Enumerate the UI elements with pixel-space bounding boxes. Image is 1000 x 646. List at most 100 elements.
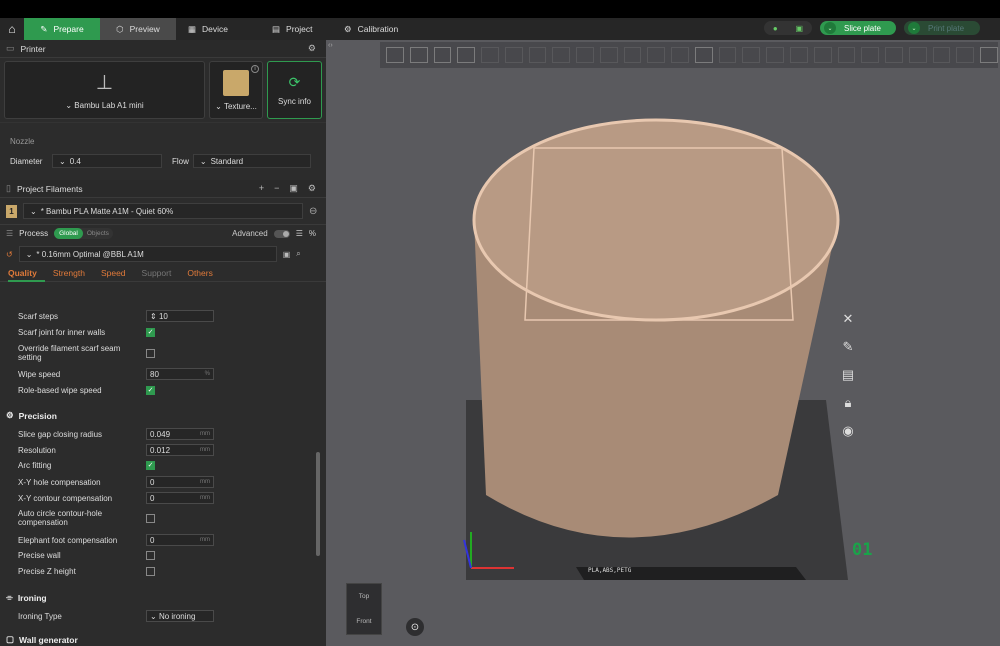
precise-wall-row: Precise wall bbox=[18, 551, 308, 560]
tab-preview[interactable]: ⬡ Preview bbox=[100, 18, 176, 40]
tab-prepare[interactable]: ✎ Prepare bbox=[24, 18, 100, 40]
view-cube[interactable]: Top Front bbox=[346, 583, 382, 635]
arc-fitting-checkbox[interactable]: ✓ bbox=[146, 461, 155, 470]
chevron-down-icon: ⌄ bbox=[199, 156, 207, 166]
sync-info-button[interactable]: ⟳ Sync info bbox=[267, 61, 322, 119]
advanced-toggle[interactable] bbox=[273, 229, 290, 238]
slice-gap-input[interactable]: 0.049 mm bbox=[146, 428, 214, 440]
close-icon[interactable]: ✕ bbox=[834, 308, 862, 330]
wipe-speed-input[interactable]: 80% bbox=[146, 368, 214, 380]
layout-icon[interactable]: ▤ bbox=[834, 364, 862, 386]
view-top-face[interactable]: Top bbox=[359, 593, 369, 600]
object-side-toolbar: ✕ ✎ ▤ 🔒︎ ◉ bbox=[834, 308, 862, 442]
xy-contour-value: 0 bbox=[150, 493, 155, 503]
unit-mm: mm bbox=[200, 537, 210, 543]
role-wipe-checkbox[interactable]: ✓ bbox=[146, 386, 155, 395]
printer-name: Bambu Lab A1 mini bbox=[74, 101, 144, 110]
filament-index-badge[interactable]: 1 bbox=[6, 204, 17, 218]
precision-icon: ⚙ bbox=[6, 410, 14, 420]
xy-hole-value: 0 bbox=[150, 477, 155, 487]
tab-quality[interactable]: Quality bbox=[8, 266, 45, 282]
circle-icon: ● bbox=[772, 23, 778, 33]
tab-speed[interactable]: Speed bbox=[101, 266, 134, 282]
role-wipe-row: Role-based wipe speed ✓ bbox=[18, 386, 308, 395]
print-plate-button[interactable]: ⌄ Print plate bbox=[904, 21, 980, 35]
tab-others[interactable]: Others bbox=[187, 266, 221, 282]
list-icon[interactable]: ☰ bbox=[296, 229, 303, 238]
chevron-down-icon: ⌄ bbox=[25, 249, 33, 259]
tab-calibration[interactable]: ⚙ Calibration bbox=[332, 18, 426, 40]
elephant-foot-value: 0 bbox=[150, 535, 155, 545]
view-front-face[interactable]: Front bbox=[356, 618, 371, 625]
xy-hole-input[interactable]: 0 mm bbox=[146, 476, 214, 488]
xy-contour-input[interactable]: 0 mm bbox=[146, 492, 214, 504]
scarf-inner-checkbox[interactable]: ✓ bbox=[146, 328, 155, 337]
global-option[interactable]: Global bbox=[54, 228, 83, 239]
filament-select[interactable]: ⌄ * Bambu PLA Matte A1M - Quiet 60% bbox=[23, 203, 303, 219]
chevron-down-icon: ⌄ bbox=[30, 206, 37, 216]
process-preset-name: * 0.16mm Optimal @BBL A1M bbox=[36, 249, 144, 259]
add-icon[interactable]: + bbox=[259, 183, 264, 194]
info-icon[interactable]: i bbox=[251, 65, 259, 73]
diameter-select[interactable]: ⌄ 0.4 bbox=[52, 154, 162, 168]
auto-circle-checkbox[interactable] bbox=[146, 513, 155, 523]
ironing-type-select[interactable]: ⌄ No ironing bbox=[146, 610, 214, 622]
resolution-input[interactable]: 0.012 mm bbox=[146, 444, 214, 456]
flow-label: Flow bbox=[172, 156, 189, 166]
auto-circle-label: Auto circle contour-hole compensation bbox=[18, 509, 103, 527]
view-mode-toggle[interactable]: ● ▣ bbox=[764, 21, 812, 35]
scarf-steps-label: Scarf steps bbox=[18, 311, 59, 321]
override-scarf-checkbox[interactable] bbox=[146, 348, 155, 358]
paint-icon[interactable]: ✎ bbox=[834, 336, 862, 358]
process-preset-select[interactable]: ⌄ * 0.16mm Optimal @BBL A1M bbox=[18, 246, 277, 262]
project-icon: ▤ bbox=[272, 23, 281, 34]
plate-texture-selector[interactable]: i ⌄ Texture... bbox=[209, 61, 263, 119]
printer-model-icon: ⊥ bbox=[95, 72, 114, 94]
wall-generator-title: Wall generator bbox=[19, 634, 78, 645]
precision-title: Precision bbox=[18, 410, 57, 421]
global-objects-toggle[interactable]: Global Objects bbox=[54, 228, 113, 239]
zoom-fit-icon[interactable]: ⊙ bbox=[406, 618, 424, 636]
3d-viewport[interactable]: ‹› ✕ ✎ ▤ 🔒︎ ◉ 01 PLA,ABS,PETG Top Front … bbox=[326, 40, 1000, 646]
tab-strength[interactable]: Strength bbox=[53, 266, 93, 282]
cube-icon: ⬡ bbox=[116, 23, 124, 34]
vase-rim bbox=[472, 118, 840, 322]
gear-icon[interactable]: ⚙ bbox=[308, 183, 316, 194]
filament-edit-icon[interactable]: ⊖ bbox=[309, 206, 317, 217]
search-icon[interactable]: ⌕ bbox=[296, 249, 300, 259]
tab-device[interactable]: ▦ Device bbox=[176, 18, 260, 40]
objects-option[interactable]: Objects bbox=[83, 230, 113, 237]
settings-scrollbar[interactable] bbox=[316, 452, 320, 556]
stepper-icon[interactable]: ⇕ bbox=[150, 312, 159, 321]
ironing-type-row: Ironing Type ⌄ No ironing bbox=[18, 610, 308, 622]
tab-project-label: Project bbox=[286, 24, 313, 34]
scarf-steps-input[interactable]: ⇕ 10 bbox=[146, 310, 214, 322]
precise-z-checkbox[interactable] bbox=[146, 567, 155, 576]
remove-icon[interactable]: − bbox=[274, 183, 279, 194]
tab-support[interactable]: Support bbox=[142, 266, 180, 282]
save-icon[interactable]: ▣ bbox=[283, 250, 291, 259]
elephant-foot-input[interactable]: 0 mm bbox=[146, 534, 214, 546]
chevron-down-icon[interactable]: ⌄ bbox=[908, 22, 920, 34]
slice-plate-button[interactable]: ⌄ Slice plate bbox=[820, 21, 896, 35]
lock-icon[interactable]: 🔒︎ bbox=[834, 392, 862, 414]
percent-icon[interactable]: % bbox=[309, 229, 316, 238]
texture-label: Texture... bbox=[223, 101, 257, 111]
xy-hole-label: X-Y hole compensation bbox=[18, 477, 101, 487]
precise-wall-checkbox[interactable] bbox=[146, 551, 155, 560]
reset-icon[interactable]: ↺ bbox=[6, 250, 13, 259]
advanced-label: Advanced bbox=[232, 229, 268, 238]
flow-value: Standard bbox=[210, 156, 244, 166]
chevron-down-icon[interactable]: ⌄ bbox=[824, 22, 836, 34]
xy-contour-label: X-Y contour compensation bbox=[18, 493, 113, 503]
sync-filament-icon[interactable]: ▣ bbox=[289, 183, 298, 194]
wipe-speed-unit: % bbox=[204, 371, 210, 377]
eye-icon[interactable]: ◉ bbox=[834, 420, 862, 442]
process-icon: ☰ bbox=[6, 229, 14, 238]
home-icon[interactable]: ⌂ bbox=[0, 18, 24, 40]
tab-project[interactable]: ▤ Project bbox=[260, 18, 332, 40]
printer-selector[interactable]: ⊥ ⌄ Bambu Lab A1 mini bbox=[4, 61, 205, 119]
flow-select[interactable]: ⌄ Standard bbox=[192, 154, 311, 168]
gear-icon[interactable]: ⚙ bbox=[308, 43, 316, 54]
wipe-speed-row: Wipe speed 80% bbox=[18, 368, 308, 380]
